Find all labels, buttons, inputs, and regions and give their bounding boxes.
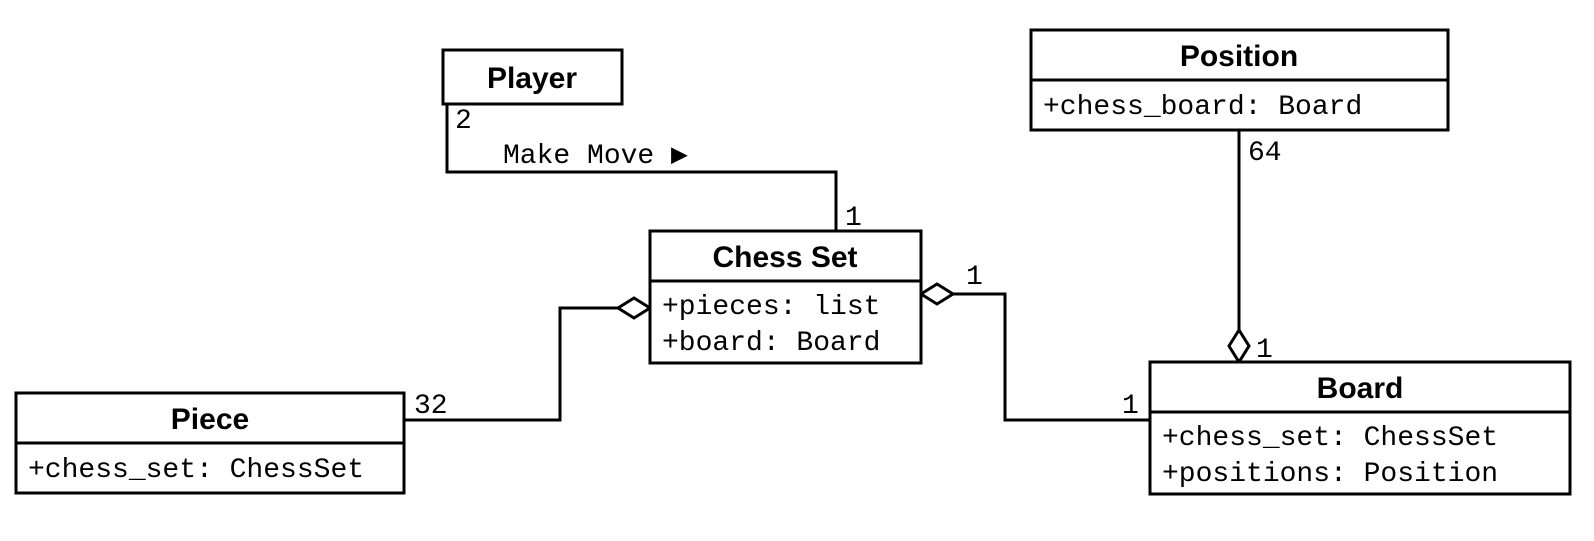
class-chessset-attr-1: +board: Board [662, 328, 880, 359]
relation-position-board: 64 1 [1229, 131, 1282, 366]
class-chessset-attr-0: +pieces: list [662, 292, 880, 323]
class-position-title: Position [1180, 40, 1298, 73]
mult-position: 64 [1248, 138, 1282, 169]
aggregation-diamond-icon [618, 298, 650, 318]
relation-piece-chessset: 32 [404, 298, 650, 422]
mult-chessset-right: 1 [966, 262, 983, 293]
class-board-title: Board [1317, 372, 1404, 405]
class-board-attr-0: +chess_set: ChessSet [1162, 423, 1498, 454]
class-board: Board +chess_set: ChessSet +positions: P… [1150, 362, 1570, 494]
mult-board-left: 1 [1122, 391, 1139, 422]
class-piece-title: Piece [171, 403, 249, 436]
aggregation-diamond-icon [1229, 330, 1249, 362]
class-piece: Piece +chess_set: ChessSet [16, 393, 404, 493]
mult-player: 2 [455, 106, 472, 137]
class-position-attr-0: +chess_board: Board [1043, 92, 1362, 123]
mult-chessset-top: 1 [845, 203, 862, 234]
aggregation-diamond-icon [921, 284, 953, 304]
class-chessset: Chess Set +pieces: list +board: Board [650, 231, 921, 363]
relation-player-chessset: 2 1 Make Move ▶ [447, 104, 862, 234]
class-board-attr-1: +positions: Position [1162, 459, 1498, 490]
class-piece-attr-0: +chess_set: ChessSet [28, 455, 364, 486]
uml-class-diagram: 2 1 Make Move ▶ 32 1 1 64 1 Player Posit… [0, 0, 1594, 541]
class-position: Position +chess_board: Board [1031, 30, 1448, 130]
relation-label: Make Move ▶ [503, 141, 688, 172]
class-player-title: Player [487, 62, 577, 95]
relation-chessset-board: 1 1 [921, 262, 1150, 422]
mult-piece: 32 [414, 391, 448, 422]
class-chessset-title: Chess Set [712, 241, 857, 274]
class-player: Player [443, 50, 622, 104]
